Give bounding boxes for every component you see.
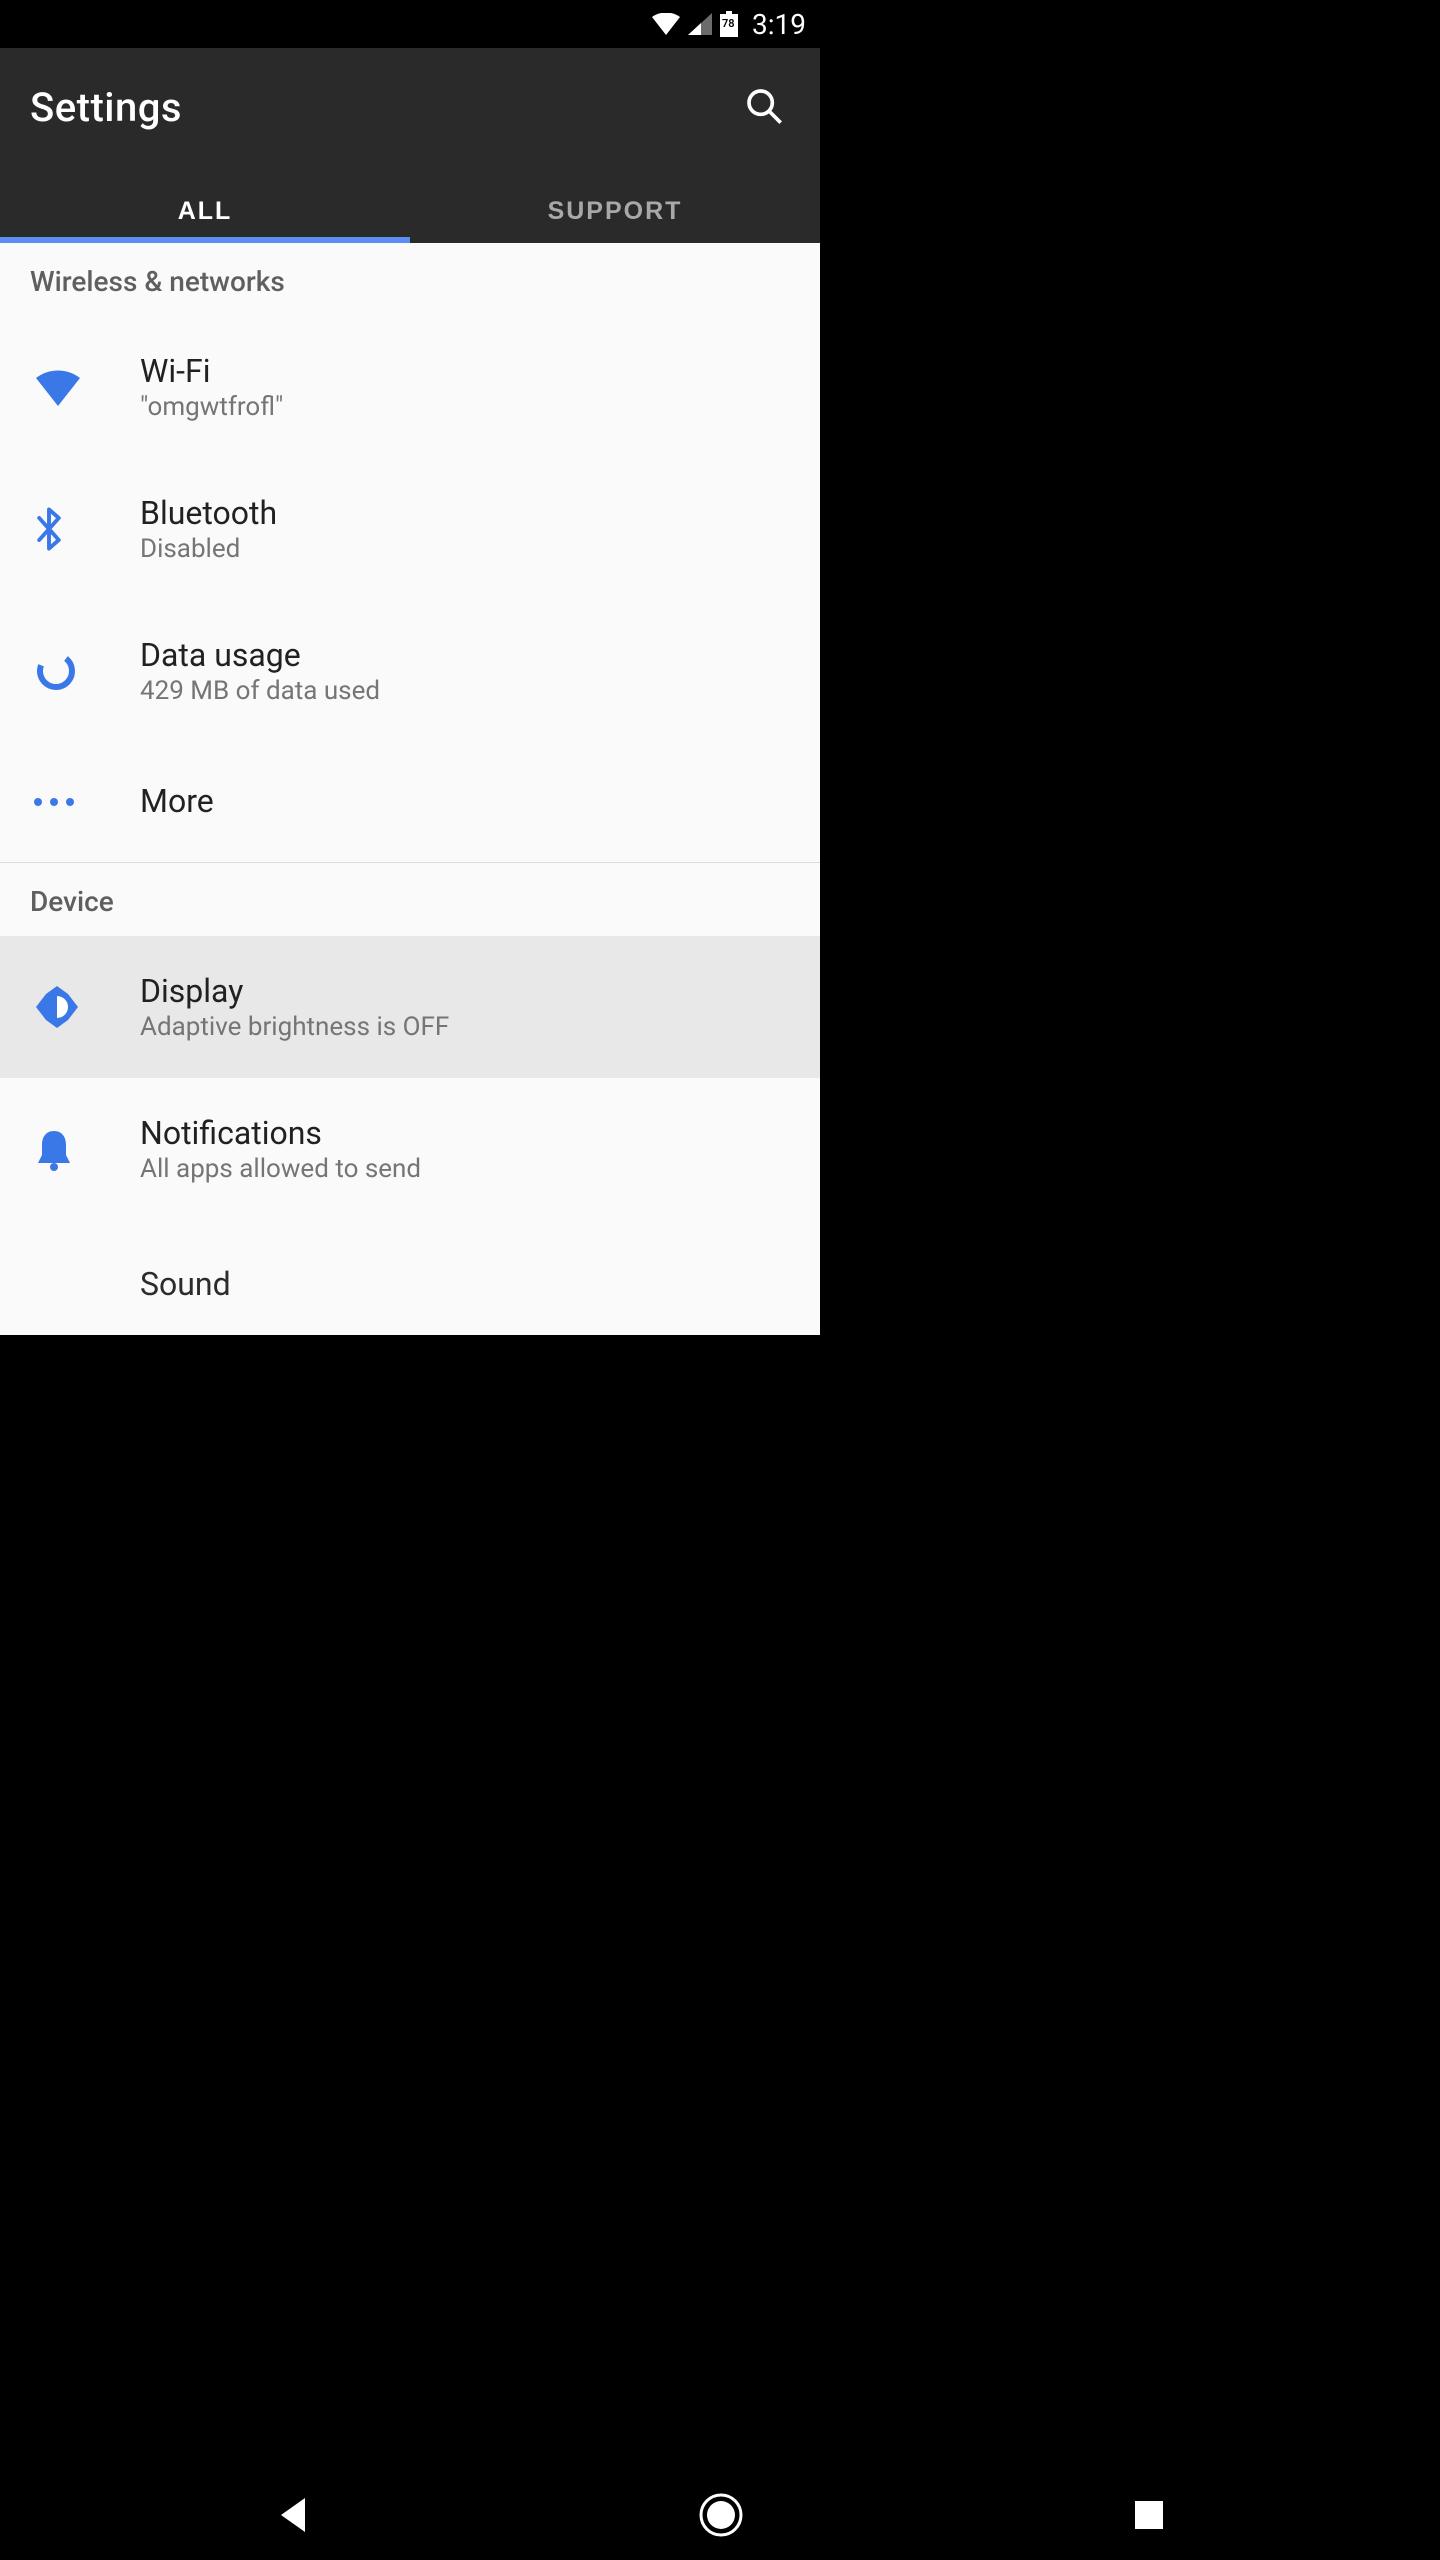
battery-percent: 78	[722, 17, 735, 30]
tabs: ALL SUPPORT	[0, 179, 820, 243]
item-subtitle: Disabled	[140, 534, 790, 564]
app-bar: Settings ALL SUPPORT	[0, 48, 820, 243]
nav-recent-button[interactable]	[1133, 2499, 1165, 2534]
item-subtitle: All apps allowed to send	[140, 1154, 790, 1184]
item-display[interactable]: Display Adaptive brightness is OFF	[0, 936, 820, 1078]
square-icon	[1133, 2519, 1165, 2534]
data-usage-icon	[30, 649, 140, 693]
bell-icon	[30, 1127, 140, 1171]
item-title: Data usage	[140, 636, 790, 674]
tab-support[interactable]: SUPPORT	[410, 179, 820, 243]
item-subtitle: 429 MB of data used	[140, 676, 790, 706]
wifi-status-icon	[652, 13, 680, 35]
navigation-bar	[0, 2472, 1440, 2560]
item-subtitle: Adaptive brightness is OFF	[140, 1012, 790, 1042]
bluetooth-icon	[30, 507, 140, 551]
more-icon	[30, 798, 140, 806]
page-title: Settings	[30, 84, 182, 131]
item-wifi[interactable]: Wi-Fi "omgwtfrofl"	[0, 316, 820, 458]
home-icon	[698, 2526, 744, 2541]
item-sound[interactable]: Sound	[0, 1220, 820, 1335]
item-notifications[interactable]: Notifications All apps allowed to send	[0, 1078, 820, 1220]
item-subtitle: "omgwtfrofl"	[140, 392, 790, 422]
item-title: Notifications	[140, 1114, 790, 1152]
item-title: Sound	[140, 1265, 790, 1303]
cell-signal-icon	[688, 13, 712, 35]
nav-back-button[interactable]	[275, 2496, 309, 2537]
section-header-wireless: Wireless & networks	[0, 243, 820, 316]
back-icon	[275, 2522, 309, 2537]
tab-all[interactable]: ALL	[0, 179, 410, 243]
item-title: Display	[140, 972, 790, 1010]
item-more[interactable]: More	[0, 742, 820, 862]
search-button[interactable]	[738, 80, 790, 135]
item-bluetooth[interactable]: Bluetooth Disabled	[0, 458, 820, 600]
item-title: Wi-Fi	[140, 352, 790, 390]
item-title: More	[140, 782, 790, 820]
status-bar: 78 3:19	[0, 0, 820, 48]
item-title: Bluetooth	[140, 494, 790, 532]
battery-icon: 78	[720, 11, 738, 37]
settings-list: Wireless & networks Wi-Fi "omgwtfrofl" B…	[0, 243, 820, 1335]
item-data-usage[interactable]: Data usage 429 MB of data used	[0, 600, 820, 742]
nav-home-button[interactable]	[698, 2492, 744, 2541]
clock-time: 3:19	[752, 8, 806, 41]
search-icon	[744, 114, 784, 129]
brightness-icon	[30, 984, 140, 1030]
wifi-icon	[30, 368, 140, 406]
section-header-device: Device	[0, 863, 820, 936]
